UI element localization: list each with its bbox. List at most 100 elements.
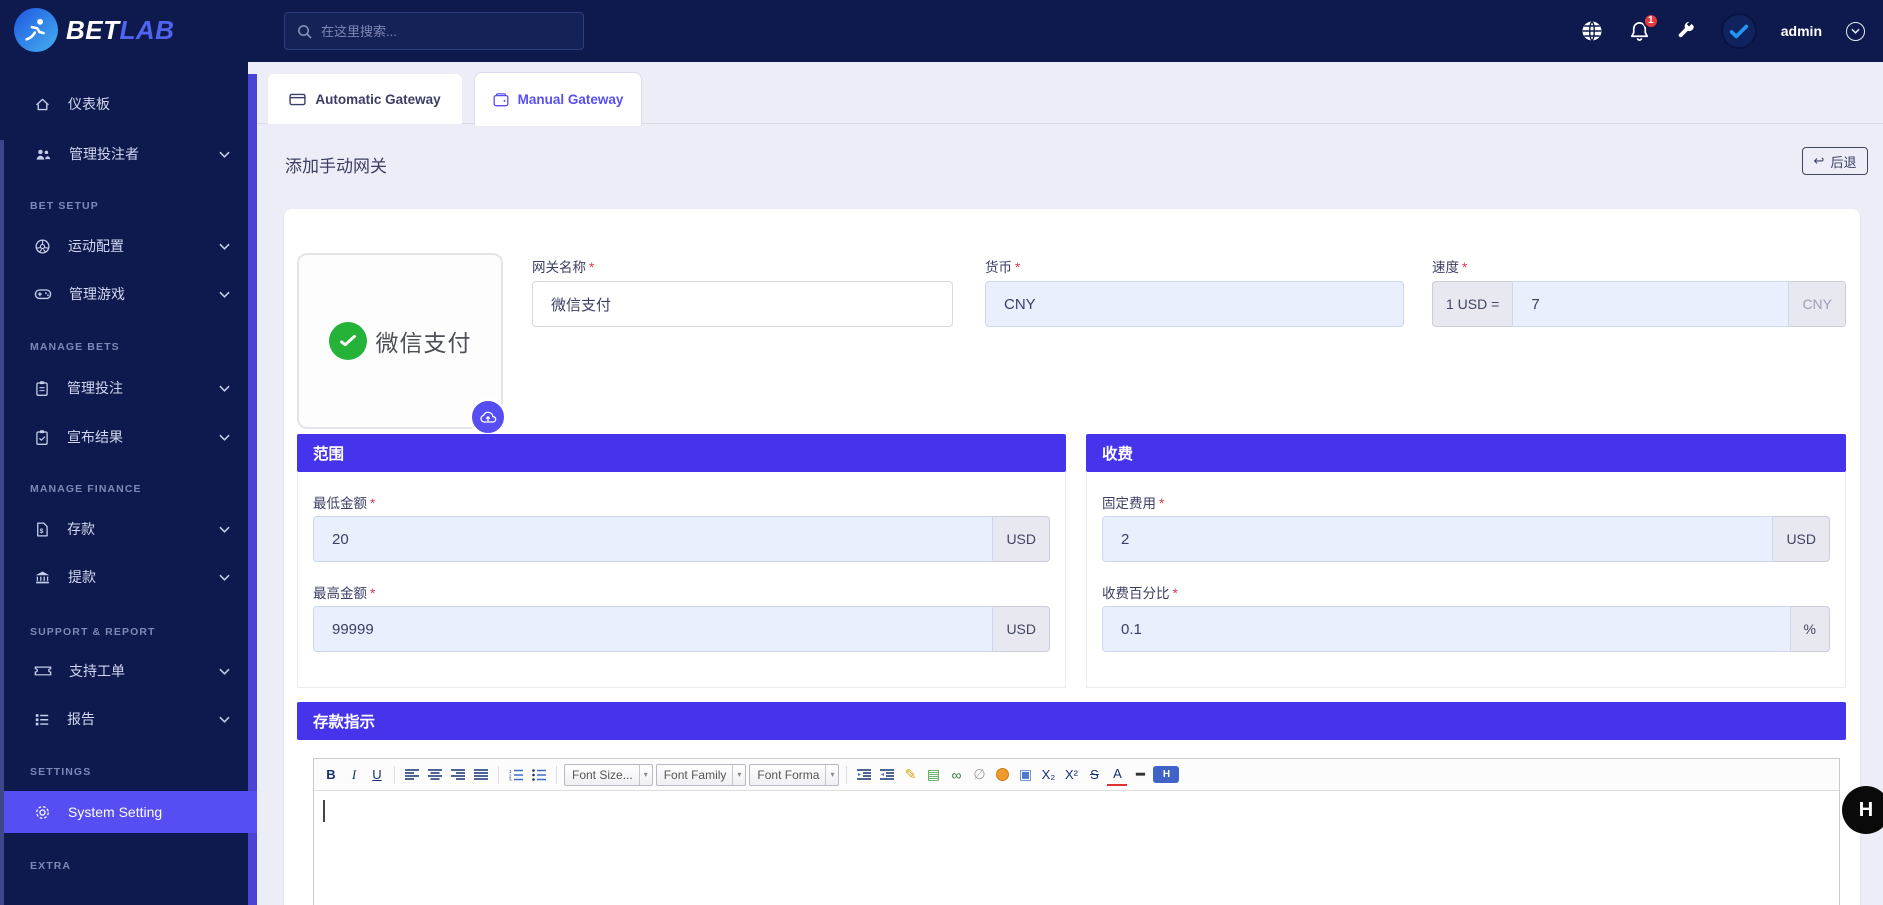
username-label: admin: [1780, 23, 1822, 39]
credit-card-icon: [289, 93, 306, 106]
pencil-edit-icon[interactable]: ✎: [900, 764, 920, 786]
align-left-icon[interactable]: [402, 764, 422, 786]
editor-toolbar: B I U 123 Font Size... ▾ Font Family ▾ Fon…: [314, 759, 1839, 791]
rate-input[interactable]: [1512, 281, 1790, 327]
toolbar-separator: [846, 765, 848, 784]
user-avatar[interactable]: [1720, 13, 1757, 49]
percent-charge-input[interactable]: [1102, 606, 1791, 652]
max-amount-label: 最高金额 *: [313, 586, 376, 601]
notification-count-badge: 1: [1642, 12, 1659, 29]
chevron-down-icon: [219, 668, 230, 675]
sidebar: 仪表板 管理投注者 BET SETUP 运动配置 管理游戏 MANAGE BET…: [0, 62, 257, 905]
settings-wrench-icon[interactable]: [1675, 20, 1697, 42]
required-asterisk: *: [370, 496, 376, 511]
topbar-actions: 1 admin: [1580, 0, 1865, 62]
sidebar-item-reports[interactable]: 报告: [0, 699, 248, 739]
bank-icon: [34, 569, 51, 585]
sidebar-item-manage-bets[interactable]: 管理投注: [0, 368, 248, 408]
chevron-down-icon: [219, 716, 230, 723]
clear-format-button[interactable]: A: [1107, 764, 1128, 786]
sidebar-item-manage-bettors[interactable]: 管理投注者: [0, 134, 248, 174]
dropdown-arrow-icon: ▾: [638, 764, 648, 785]
superscript-button[interactable]: X²: [1061, 764, 1081, 786]
required-asterisk: *: [1172, 586, 1178, 601]
fixed-charge-unit-addon: USD: [1773, 516, 1830, 562]
font-format-select[interactable]: Font Forma ▾: [749, 763, 840, 786]
chevron-down-icon: [219, 151, 230, 158]
sidebar-section-bet-setup: BET SETUP: [30, 200, 99, 212]
max-amount-group: USD: [313, 606, 1050, 652]
remove-link-icon[interactable]: ∅: [969, 764, 989, 786]
insert-link-icon[interactable]: ∞: [946, 764, 966, 786]
insert-image-icon[interactable]: ▣: [1015, 764, 1035, 786]
range-section-body: [297, 472, 1066, 688]
sidebar-item-declare-result[interactable]: 宣布结果: [0, 417, 248, 457]
ordered-list-icon[interactable]: 123: [506, 764, 526, 786]
subscript-button[interactable]: X₂: [1038, 764, 1058, 786]
chevron-down-icon: [219, 574, 230, 581]
search-icon: [297, 24, 312, 39]
align-right-icon[interactable]: [448, 764, 468, 786]
toolbar-separator: [498, 765, 499, 784]
gateway-form-card: 微信支付 网关名称* 货币* 速度* 1 USD = CNY 范围: [284, 209, 1860, 905]
search-input[interactable]: [321, 23, 571, 39]
max-amount-input[interactable]: [313, 606, 994, 652]
fixed-charge-input[interactable]: [1102, 516, 1774, 562]
tab-manual-gateway[interactable]: Manual Gateway: [474, 72, 642, 126]
upload-image-button[interactable]: [469, 398, 507, 436]
sidebar-scrollbar[interactable]: [0, 140, 4, 905]
sidebar-item-sports-config[interactable]: 运动配置: [0, 226, 248, 266]
gateway-name-input[interactable]: [532, 281, 953, 327]
chevron-down-icon: [219, 291, 230, 298]
sidebar-item-deposits[interactable]: $ 存款: [0, 509, 248, 549]
tab-automatic-gateway[interactable]: Automatic Gateway: [268, 74, 462, 124]
outdent-icon[interactable]: [854, 764, 874, 786]
rate-input-group: 1 USD = CNY: [1432, 281, 1846, 327]
sidebar-item-dashboard[interactable]: 仪表板: [0, 84, 248, 124]
sidebar-item-withdrawals[interactable]: 提款: [0, 557, 248, 597]
paste-icon[interactable]: ▤: [923, 764, 943, 786]
font-size-select[interactable]: Font Size... ▾: [564, 763, 653, 786]
align-justify-icon[interactable]: [471, 764, 491, 786]
brand-name: BETLAB: [66, 14, 175, 45]
rich-text-editor: B I U 123 Font Size... ▾ Font Family ▾ Fon…: [313, 758, 1840, 905]
gear-icon: [34, 804, 51, 821]
emoticon-icon[interactable]: [992, 764, 1012, 786]
runner-logo-icon: [14, 8, 58, 52]
back-button[interactable]: ↩ 后退: [1802, 147, 1868, 175]
brand-logo[interactable]: BETLAB: [14, 8, 174, 52]
dropdown-arrow-icon: ▾: [825, 764, 834, 785]
account-menu-chevron-icon[interactable]: [1846, 21, 1865, 41]
help-bubble-button[interactable]: H: [1842, 786, 1883, 834]
horizontal-rule-icon[interactable]: ━: [1130, 764, 1150, 786]
notifications-bell-icon[interactable]: 1: [1628, 12, 1659, 43]
language-globe-icon[interactable]: [1580, 19, 1604, 43]
min-amount-group: USD: [313, 516, 1050, 562]
gateway-name-label: 网关名称 *: [532, 260, 595, 275]
italic-button[interactable]: I: [344, 764, 364, 786]
indent-icon[interactable]: [877, 764, 897, 786]
font-family-select[interactable]: Font Family ▾: [655, 763, 747, 786]
currency-input[interactable]: [985, 281, 1404, 327]
html-view-button[interactable]: H: [1153, 766, 1180, 783]
wallet-icon: [493, 92, 509, 107]
sidebar-item-manage-games[interactable]: 管理游戏: [0, 274, 248, 314]
unordered-list-icon[interactable]: [529, 764, 549, 786]
required-asterisk: *: [370, 586, 376, 601]
rate-currency-addon: CNY: [1789, 281, 1846, 327]
sidebar-item-support-tickets[interactable]: 支持工单: [0, 651, 248, 691]
gamepad-icon: [34, 286, 52, 302]
sidebar-section-support-report: SUPPORT & REPORT: [30, 626, 156, 638]
underline-button[interactable]: U: [367, 764, 387, 786]
sidebar-section-settings: SETTINGS: [30, 766, 92, 778]
rate-prefix-addon: 1 USD =: [1432, 281, 1513, 327]
sidebar-item-system-setting[interactable]: System Setting: [0, 791, 257, 833]
toolbar-separator: [394, 765, 395, 784]
min-amount-input[interactable]: [313, 516, 994, 562]
bold-button[interactable]: B: [321, 764, 341, 786]
users-icon: [34, 146, 52, 163]
align-center-icon[interactable]: [425, 764, 445, 786]
strikethrough-button[interactable]: S: [1084, 764, 1104, 786]
editor-content-area[interactable]: [314, 791, 1839, 905]
svg-text:$: $: [40, 527, 44, 534]
